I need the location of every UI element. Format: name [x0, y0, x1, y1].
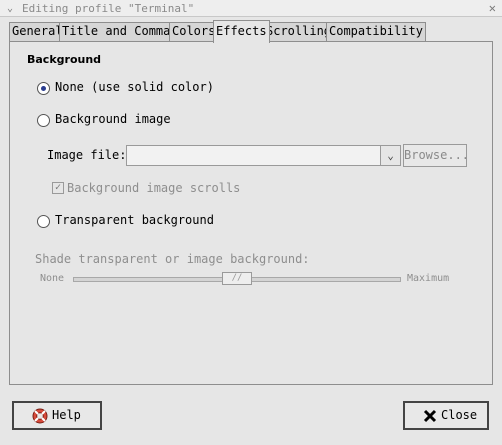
- x-icon: [423, 409, 437, 423]
- section-title-background: Background: [27, 53, 102, 66]
- help-button-label: Help: [52, 408, 81, 422]
- shade-slider-thumb[interactable]: //: [222, 272, 252, 285]
- background-scrolls-label[interactable]: Background image scrolls: [67, 181, 240, 195]
- help-button[interactable]: Help: [12, 401, 102, 430]
- window-menu-icon[interactable]: ⌄: [3, 0, 17, 17]
- background-scrolls-checkbox[interactable]: ✓: [52, 182, 64, 194]
- shade-label: Shade transparent or image background:: [35, 252, 310, 266]
- window-title: Editing profile "Terminal": [22, 2, 195, 15]
- window-close-icon[interactable]: ✕: [489, 0, 496, 17]
- radio-none-label[interactable]: None (use solid color): [55, 80, 214, 94]
- radio-background-image-label[interactable]: Background image: [55, 112, 171, 126]
- radio-transparent-label[interactable]: Transparent background: [55, 213, 214, 227]
- browse-button[interactable]: Browse...: [403, 144, 469, 167]
- shade-min-label: None: [40, 273, 65, 284]
- lifebuoy-icon: [32, 408, 48, 424]
- shade-max-label: Maximum: [407, 273, 450, 284]
- tab-scrolling[interactable]: Scrolling: [263, 22, 335, 41]
- tab-compatibility[interactable]: Compatibility: [326, 22, 426, 41]
- radio-transparent[interactable]: [37, 215, 50, 228]
- radio-background-image[interactable]: [37, 114, 50, 127]
- close-button[interactable]: Close: [403, 401, 489, 430]
- tab-effects[interactable]: Effects: [213, 20, 270, 43]
- chevron-down-icon[interactable]: ⌄: [380, 146, 400, 165]
- radio-none[interactable]: [37, 82, 50, 95]
- close-button-label: Close: [441, 408, 478, 422]
- window-titlebar: ⌄ Editing profile "Terminal" ✕: [0, 0, 502, 17]
- effects-panel: Background None (use solid color) Backgr…: [9, 41, 493, 385]
- image-file-label: Image file:: [47, 148, 127, 162]
- tab-general[interactable]: General: [9, 22, 66, 41]
- tab-colors[interactable]: Colors: [169, 22, 219, 41]
- image-file-combo[interactable]: ⌄: [126, 145, 401, 166]
